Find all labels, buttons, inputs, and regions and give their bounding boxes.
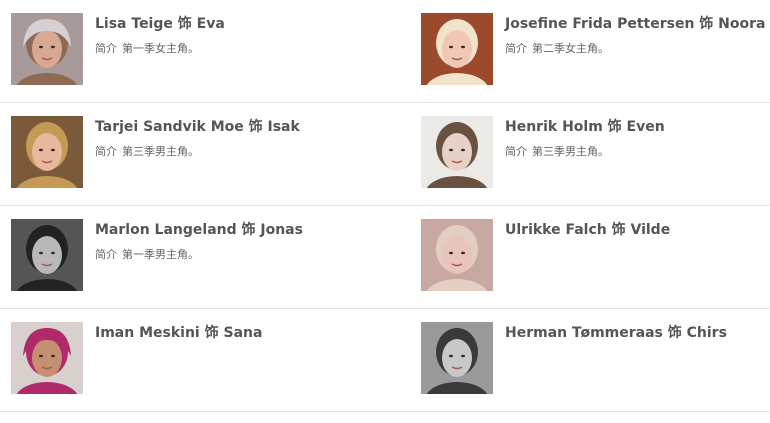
- role-name: Vilde: [630, 222, 671, 238]
- actor-photo[interactable]: [421, 322, 493, 394]
- cast-item-even[interactable]: Henrik Holm 饰 Even 简介 第三季男主角。: [421, 116, 766, 190]
- role-separator: 饰: [204, 325, 219, 341]
- actor-photo[interactable]: [11, 13, 83, 85]
- cast-intro: 简介 第一季女主角。: [95, 41, 199, 57]
- cast-name[interactable]: Marlon Langeland 饰 Jonas: [95, 220, 303, 240]
- cast-name[interactable]: Herman Tømmeraas 饰 Chirs: [505, 323, 727, 343]
- role-name: Jonas: [260, 222, 303, 238]
- portrait-photo-icon: [421, 322, 493, 394]
- actor-name[interactable]: Ulrikke Falch: [505, 222, 607, 238]
- role-name: Chirs: [686, 325, 727, 341]
- portrait-photo-icon: [11, 13, 83, 85]
- role-name: Eva: [196, 16, 225, 32]
- intro-text: 第一季男主角。: [122, 248, 199, 261]
- cast-row: Tarjei Sandvik Moe 饰 Isak 简介 第三季男主角。 Henr…: [0, 103, 770, 206]
- cast-item-chirs[interactable]: Herman Tømmeraas 饰 Chirs: [421, 322, 766, 396]
- portrait-photo-icon: [421, 13, 493, 85]
- intro-label: 简介: [95, 145, 117, 158]
- actor-name[interactable]: Tarjei Sandvik Moe: [95, 119, 244, 135]
- cast-item-jonas[interactable]: Marlon Langeland 饰 Jonas 简介 第一季男主角。: [11, 219, 401, 293]
- intro-label: 简介: [505, 42, 527, 55]
- actor-name[interactable]: Henrik Holm: [505, 119, 603, 135]
- cast-intro: 简介 第一季男主角。: [95, 247, 199, 263]
- cast-item-vilde[interactable]: Ulrikke Falch 饰 Vilde: [421, 219, 766, 293]
- actor-photo[interactable]: [11, 322, 83, 394]
- role-separator: 饰: [611, 222, 626, 238]
- cast-name[interactable]: Iman Meskini 饰 Sana: [95, 323, 262, 343]
- actor-name[interactable]: Marlon Langeland: [95, 222, 237, 238]
- intro-text: 第三季男主角。: [122, 145, 199, 158]
- actor-photo[interactable]: [11, 219, 83, 291]
- cast-row: Lisa Teige 饰 Eva 简介 第一季女主角。 Josefine Frid…: [0, 0, 770, 103]
- cast-item-isak[interactable]: Tarjei Sandvik Moe 饰 Isak 简介 第三季男主角。: [11, 116, 401, 190]
- cast-item-noora[interactable]: Josefine Frida Pettersen 饰 Noora 简介 第二季女主…: [421, 13, 766, 87]
- role-name: Sana: [223, 325, 263, 341]
- role-name: Isak: [267, 119, 300, 135]
- portrait-photo-icon: [421, 219, 493, 291]
- intro-label: 简介: [95, 42, 117, 55]
- portrait-photo-icon: [11, 219, 83, 291]
- actor-name[interactable]: Herman Tømmeraas: [505, 325, 663, 341]
- cast-intro: 简介 第三季男主角。: [95, 144, 199, 160]
- cast-list: Lisa Teige 饰 Eva 简介 第一季女主角。 Josefine Frid…: [0, 0, 770, 412]
- actor-photo[interactable]: [421, 219, 493, 291]
- role-separator: 饰: [177, 16, 192, 32]
- cast-row: Marlon Langeland 饰 Jonas 简介 第一季男主角。 Ulrik…: [0, 206, 770, 309]
- intro-text: 第三季男主角。: [532, 145, 609, 158]
- cast-intro: 简介 第三季男主角。: [505, 144, 609, 160]
- actor-photo[interactable]: [421, 116, 493, 188]
- cast-name[interactable]: Henrik Holm 饰 Even: [505, 117, 665, 137]
- portrait-photo-icon: [11, 116, 83, 188]
- role-separator: 饰: [667, 325, 682, 341]
- actor-photo[interactable]: [421, 13, 493, 85]
- cast-name[interactable]: Josefine Frida Pettersen 饰 Noora: [505, 14, 765, 34]
- cast-name[interactable]: Tarjei Sandvik Moe 饰 Isak: [95, 117, 300, 137]
- portrait-photo-icon: [11, 322, 83, 394]
- actor-name[interactable]: Lisa Teige: [95, 16, 173, 32]
- cast-name[interactable]: Lisa Teige 饰 Eva: [95, 14, 225, 34]
- cast-item-eva[interactable]: Lisa Teige 饰 Eva 简介 第一季女主角。: [11, 13, 401, 87]
- actor-photo[interactable]: [11, 116, 83, 188]
- intro-text: 第二季女主角。: [532, 42, 609, 55]
- cast-name[interactable]: Ulrikke Falch 饰 Vilde: [505, 220, 670, 240]
- cast-item-sana[interactable]: Iman Meskini 饰 Sana: [11, 322, 401, 396]
- role-separator: 饰: [607, 119, 622, 135]
- portrait-photo-icon: [421, 116, 493, 188]
- role-separator: 饰: [248, 119, 263, 135]
- intro-label: 简介: [505, 145, 527, 158]
- intro-label: 简介: [95, 248, 117, 261]
- role-separator: 饰: [241, 222, 256, 238]
- role-name: Noora: [718, 16, 766, 32]
- role-separator: 饰: [699, 16, 714, 32]
- cast-intro: 简介 第二季女主角。: [505, 41, 609, 57]
- intro-text: 第一季女主角。: [122, 42, 199, 55]
- actor-name[interactable]: Iman Meskini: [95, 325, 200, 341]
- actor-name[interactable]: Josefine Frida Pettersen: [505, 16, 694, 32]
- cast-row: Iman Meskini 饰 Sana Herman Tømmeraas 饰 C…: [0, 309, 770, 412]
- role-name: Even: [626, 119, 665, 135]
